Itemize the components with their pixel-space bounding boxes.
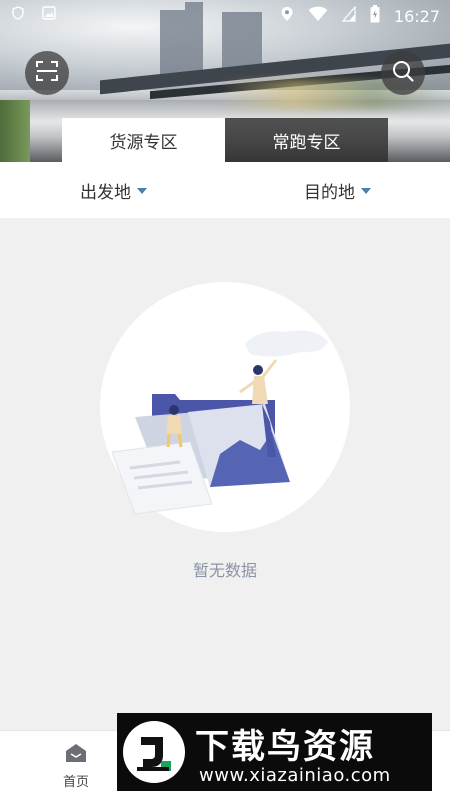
origin-filter[interactable]: 出发地 <box>80 178 147 203</box>
search-button[interactable] <box>381 51 425 95</box>
location-icon <box>280 6 294 26</box>
empty-state-message: 暂无数据 <box>192 561 257 580</box>
wifi-icon <box>308 6 328 26</box>
zone-tabs: 货源专区 常跑专区 <box>62 118 388 162</box>
tab-frequent-route-zone[interactable]: 常跑专区 <box>225 118 388 162</box>
status-time: 16:27 <box>393 6 440 26</box>
sim-icon <box>341 5 356 26</box>
banner-grass <box>0 100 30 162</box>
watermark-logo <box>123 721 185 783</box>
watermark-banner: 下载鸟资源 www.xiazainiao.com <box>117 713 432 791</box>
origin-filter-label: 出发地 <box>80 183 131 203</box>
destination-filter[interactable]: 目的地 <box>304 178 371 203</box>
destination-filter-label: 目的地 <box>304 183 355 203</box>
tab-cargo-zone[interactable]: 货源专区 <box>62 118 225 162</box>
nav-item-home-label: 首页 <box>62 775 89 790</box>
empty-folder-illustration <box>111 330 328 515</box>
battery-icon <box>370 5 380 27</box>
search-icon <box>391 59 415 87</box>
shield-icon <box>12 6 24 24</box>
status-bar: 16:27 <box>0 0 450 30</box>
scan-button[interactable] <box>25 51 69 95</box>
watermark-title: 下载鸟资源 <box>195 727 375 767</box>
image-icon <box>42 6 56 24</box>
nav-item-home[interactable]: 首页 <box>48 743 104 790</box>
watermark-url: www.xiazainiao.com <box>199 765 391 786</box>
filter-caret-icon <box>361 187 371 194</box>
filter-caret-icon <box>137 187 147 194</box>
scan-icon <box>35 60 59 86</box>
filter-bar: 出发地 目的地 <box>0 162 450 218</box>
home-icon <box>65 743 87 767</box>
empty-state-illustration <box>100 282 350 532</box>
